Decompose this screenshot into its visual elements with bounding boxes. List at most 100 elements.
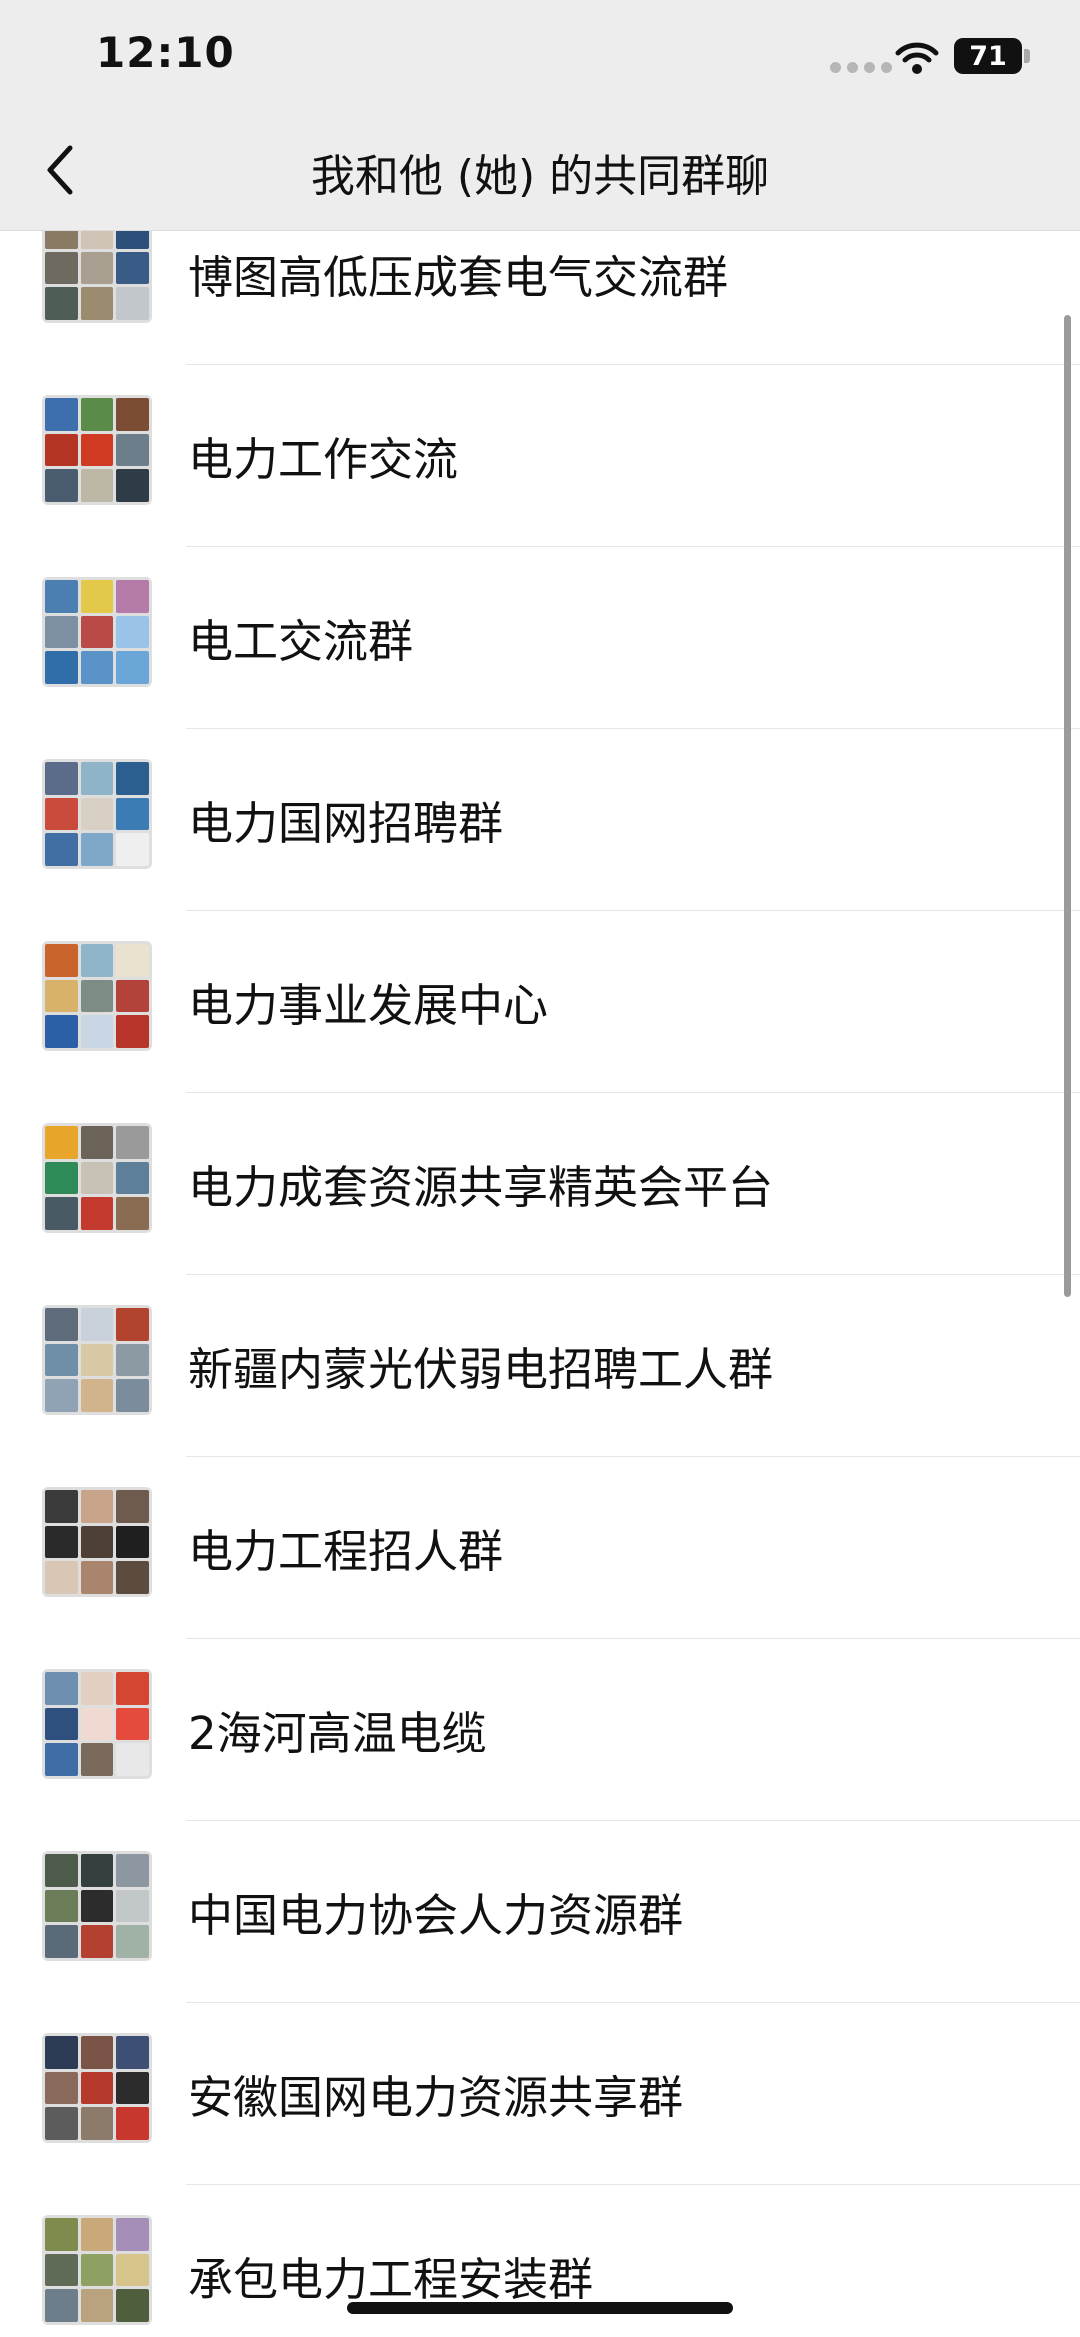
member-thumbnail [45,287,78,320]
group-row[interactable]: 承包电力工程安装群 [0,2185,1080,2337]
member-thumbnail [116,1561,149,1594]
group-avatar [42,2215,152,2325]
group-row[interactable]: 电力成套资源共享精英会平台 [0,1093,1080,1275]
member-thumbnail [116,944,149,977]
member-thumbnail [80,1707,114,1741]
member-thumbnail [45,2289,78,2322]
member-thumbnail [116,1707,149,1741]
member-thumbnail [80,580,114,613]
member-thumbnail [116,651,149,684]
member-thumbnail [45,433,78,467]
group-row[interactable]: 中国电力协会人力资源群 [0,1821,1080,2003]
member-thumbnail [80,797,114,831]
member-thumbnail [45,580,78,613]
group-row[interactable]: 电力工程招人群 [0,1457,1080,1639]
member-thumbnail [80,1343,114,1377]
member-thumbnail [116,2107,149,2140]
group-row[interactable]: 电力事业发展中心 [0,911,1080,1093]
group-row[interactable]: 新疆内蒙光伏弱电招聘工人群 [0,1275,1080,1457]
member-thumbnail [45,1015,78,1048]
group-row[interactable]: 电力工作交流 [0,365,1080,547]
group-row[interactable]: 2海河高温电缆 [0,1639,1080,1821]
group-avatar [42,395,152,505]
member-thumbnail [45,1925,78,1958]
group-name: 承包电力工程安装群 [188,2253,594,2306]
member-thumbnail [116,1743,149,1776]
member-thumbnail [45,1889,78,1923]
group-avatar [42,1487,152,1597]
member-thumbnail [45,615,78,649]
member-thumbnail [80,2036,114,2069]
member-thumbnail [116,1889,149,1923]
member-thumbnail [116,979,149,1013]
header-bar: 12:10 71 我和他 (她) 的共同群聊 [0,0,1080,231]
member-thumbnail [116,1343,149,1377]
signal-dots-icon [830,62,892,73]
group-row[interactable]: 电工交流群 [0,547,1080,729]
member-thumbnail [116,1925,149,1958]
member-thumbnail [45,979,78,1013]
member-thumbnail [45,651,78,684]
member-thumbnail [116,2218,149,2251]
group-avatar [42,759,152,869]
member-thumbnail [80,1525,114,1559]
member-thumbnail [116,1490,149,1523]
group-name: 博图高低压成套电气交流群 [188,251,729,304]
member-thumbnail [116,762,149,795]
group-name: 电力事业发展中心 [188,979,549,1032]
member-thumbnail [45,2071,78,2105]
member-thumbnail [45,1161,78,1195]
member-thumbnail [80,1561,114,1594]
member-thumbnail [80,762,114,795]
scrollbar[interactable] [1064,315,1071,1297]
member-thumbnail [116,433,149,467]
member-thumbnail [80,398,114,431]
group-name: 2海河高温电缆 [188,1707,487,1760]
group-avatar [42,2033,152,2143]
member-thumbnail [116,398,149,431]
group-row[interactable]: 电力国网招聘群 [0,729,1080,911]
member-thumbnail [45,2107,78,2140]
group-avatar [42,1669,152,1779]
member-thumbnail [45,1197,78,1230]
member-thumbnail [116,231,149,249]
member-thumbnail [80,1161,114,1195]
member-thumbnail [116,1015,149,1048]
member-thumbnail [45,2036,78,2069]
member-thumbnail [116,251,149,285]
screen: 12:10 71 我和他 (她) 的共同群聊 博图高低压成套电气交流群 电力工作交… [0,0,1080,2337]
group-name: 电力工程招人群 [188,1525,504,1578]
group-avatar [42,1851,152,1961]
member-thumbnail [80,1854,114,1887]
member-thumbnail [45,1343,78,1377]
member-thumbnail [116,1197,149,1230]
home-indicator[interactable] [347,2302,733,2314]
group-list[interactable]: 博图高低压成套电气交流群 电力工作交流 电工交流群 电力国网招聘群 电力事业发展中心 电力… [0,231,1080,2337]
group-row[interactable]: 博图高低压成套电气交流群 [0,231,1080,365]
member-thumbnail [80,469,114,502]
member-thumbnail [116,287,149,320]
member-thumbnail [45,1854,78,1887]
member-thumbnail [45,2253,78,2287]
group-name: 安徽国网电力资源共享群 [188,2071,684,2124]
member-thumbnail [45,1126,78,1159]
member-thumbnail [80,1925,114,1958]
group-avatar [42,577,152,687]
member-thumbnail [45,1525,78,1559]
member-thumbnail [116,2036,149,2069]
member-thumbnail [116,2071,149,2105]
member-thumbnail [80,1308,114,1341]
group-avatar [42,941,152,1051]
group-name: 电力工作交流 [188,433,459,486]
member-thumbnail [80,1889,114,1923]
group-name: 电工交流群 [188,615,414,668]
member-thumbnail [80,2218,114,2251]
group-row[interactable]: 安徽国网电力资源共享群 [0,2003,1080,2185]
member-thumbnail [45,398,78,431]
member-thumbnail [80,2107,114,2140]
member-thumbnail [80,231,114,249]
member-thumbnail [80,1379,114,1412]
group-name: 电力成套资源共享精英会平台 [188,1161,774,1214]
member-thumbnail [80,2253,114,2287]
member-thumbnail [45,1672,78,1705]
